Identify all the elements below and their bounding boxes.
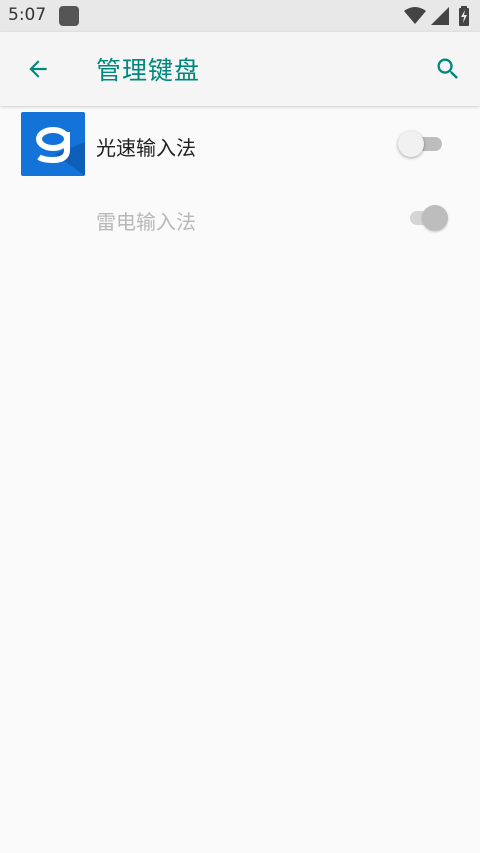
- status-bar: 5:07: [0, 0, 480, 32]
- g-keyboard-app-icon: [21, 112, 85, 176]
- status-icons: [404, 6, 474, 26]
- keyboard-toggle-leidian: [402, 203, 450, 233]
- app-notification-icon: [59, 6, 79, 26]
- page-title: 管理键盘: [96, 56, 201, 85]
- keyboard-row-guangsu[interactable]: 光速输入法: [0, 107, 480, 181]
- wifi-icon: [404, 7, 426, 24]
- keyboard-toggle-guangsu[interactable]: [398, 129, 446, 159]
- toggle-thumb: [422, 205, 448, 231]
- signal-icon: [431, 7, 449, 25]
- back-button[interactable]: [14, 45, 62, 93]
- search-icon: [437, 58, 458, 79]
- keyboard-row-leidian: 雷电输入法: [0, 181, 480, 255]
- arrow-back-icon: [29, 60, 47, 78]
- app-toolbar: 管理键盘: [0, 32, 480, 106]
- status-time: 5:07: [8, 5, 47, 25]
- toggle-thumb: [398, 131, 424, 157]
- keyboard-label: 雷电输入法: [96, 210, 196, 234]
- battery-charging-icon: [459, 6, 469, 26]
- keyboard-label: 光速输入法: [96, 136, 196, 160]
- search-button[interactable]: [424, 45, 472, 93]
